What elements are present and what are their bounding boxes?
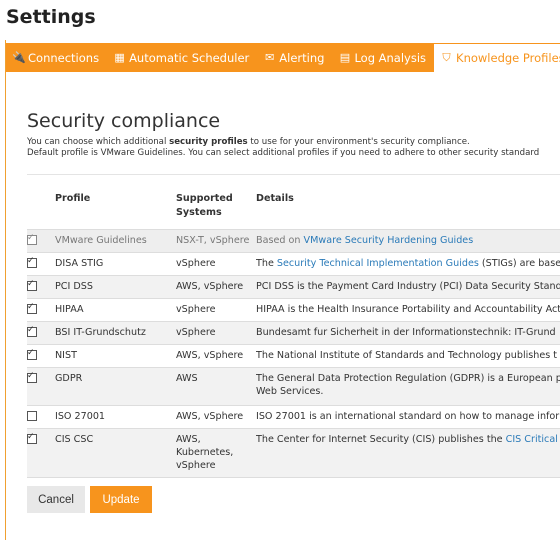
supported-systems: vSphere (176, 303, 216, 315)
update-button[interactable]: Update (90, 486, 152, 513)
tab-log-analysis[interactable]: ▤ Log Analysis (332, 43, 434, 72)
details-link[interactable]: Security Technical Implementation Guides (277, 258, 479, 269)
profile-name: ISO 27001 (55, 410, 106, 422)
profile-details: The Security Technical Implementation Gu… (256, 257, 560, 269)
table-row: BSI IT-Grundschutz vSphere Bundesamt fur S… (27, 321, 560, 344)
details-link[interactable]: VMware Security Hardening Guides (304, 235, 474, 246)
profile-name: NIST (55, 349, 77, 361)
profile-details: ISO 27001 is an international standard o… (256, 410, 560, 422)
section-description: You can choose which additional security… (27, 137, 540, 158)
profile-details: Bundesamt fur Sicherheit in der Informat… (256, 326, 556, 338)
profile-details: The National Institute of Standards and … (256, 349, 558, 361)
tab-label: Log Analysis (354, 50, 427, 65)
profile-name: HIPAA (55, 303, 84, 315)
profile-details: Based on VMware Security Hardening Guide… (256, 234, 474, 246)
profile-details: The General Data Protection Regulation (… (256, 372, 560, 397)
envelope-icon: ✉ (265, 51, 275, 64)
section-title: Security compliance (27, 110, 221, 132)
profile-name: DISA STIG (55, 257, 104, 269)
supported-systems: AWS, vSphere (176, 410, 244, 422)
profile-checkbox[interactable] (27, 255, 37, 268)
table-header-row: Profile Supported Systems Details (27, 189, 560, 229)
profile-checkbox[interactable] (27, 301, 37, 314)
tab-label: Connections (28, 50, 100, 65)
supported-systems: vSphere (176, 257, 216, 269)
profiles-table: Profile Supported Systems Details VMware… (27, 189, 560, 478)
table-row: PCI DSS AWS, vSphere PCI DSS is the Paymen… (27, 275, 560, 298)
book-icon: ▤ (339, 51, 351, 64)
profile-checkbox[interactable] (27, 324, 37, 337)
profile-name: CIS CSC (55, 433, 94, 445)
table-row: NIST AWS, vSphere The National Institute o… (27, 344, 560, 367)
profile-name: GDPR (55, 372, 83, 384)
profile-checkbox[interactable] (27, 278, 37, 291)
profile-checkbox[interactable] (27, 347, 37, 360)
calendar-icon: ▦ (114, 51, 125, 64)
tab-label: Automatic Scheduler (129, 50, 250, 65)
profile-details: The Center for Internet Security (CIS) p… (256, 428, 560, 477)
cancel-button[interactable]: Cancel (27, 486, 85, 513)
header-systems: Supported Systems (176, 193, 233, 218)
supported-systems: NSX-T, vSphere (176, 234, 250, 246)
profile-name: BSI IT-Grundschutz (55, 326, 146, 338)
table-row: HIPAA vSphere HIPAA is the Health Insuranc… (27, 298, 560, 321)
supported-systems: AWS, vSphere (176, 349, 244, 361)
supported-systems: AWS (176, 372, 198, 384)
plug-icon: 🔌 (12, 51, 26, 64)
table-row: DISA STIG vSphere The Security Technical I… (27, 252, 560, 275)
tab-label: Knowledge Profiles (456, 51, 560, 65)
details-link[interactable]: CIS Critical S (506, 434, 560, 445)
profile-checkbox[interactable] (27, 431, 37, 444)
table-row: CIS CSC AWS,Kubernetes,vSphere The Center … (27, 428, 560, 477)
profile-checkbox[interactable] (27, 370, 37, 383)
header-profile: Profile (55, 193, 91, 204)
tab-alerting[interactable]: ✉ Alerting (257, 43, 332, 72)
profile-checkbox[interactable] (27, 410, 37, 421)
supported-systems: vSphere (176, 326, 216, 338)
profile-details: HIPAA is the Health Insurance Portabilit… (256, 303, 560, 315)
tab-knowledge-profiles[interactable]: ⛉ Knowledge Profiles (434, 44, 560, 72)
supported-systems: AWS, Kubernetes, vSphere (176, 433, 234, 471)
header-details: Details (256, 193, 294, 204)
tab-connections[interactable]: 🔌 Connections (6, 43, 107, 72)
tab-bar: 🔌 Connections ▦ Automatic Scheduler ✉ Alertin… (6, 43, 560, 72)
divider (27, 174, 560, 175)
shield-icon: ⛉ (442, 51, 451, 64)
page-title: Settings (6, 6, 96, 28)
profile-checkbox (27, 232, 37, 245)
profile-name: PCI DSS (55, 280, 93, 292)
table-row: GDPR AWS The General Data Protection Regul… (27, 367, 560, 405)
supported-systems: AWS, vSphere (176, 280, 244, 292)
tab-label: Alerting (279, 50, 325, 65)
table-row: VMware Guidelines NSX-T, vSphere Based on … (27, 229, 560, 252)
profile-details: PCI DSS is the Payment Card Industry (PC… (256, 280, 560, 292)
table-row: ISO 27001 AWS, vSphere ISO 27001 is an int… (27, 405, 560, 428)
profile-name: VMware Guidelines (55, 234, 147, 246)
tab-automatic-scheduler[interactable]: ▦ Automatic Scheduler (107, 43, 257, 72)
